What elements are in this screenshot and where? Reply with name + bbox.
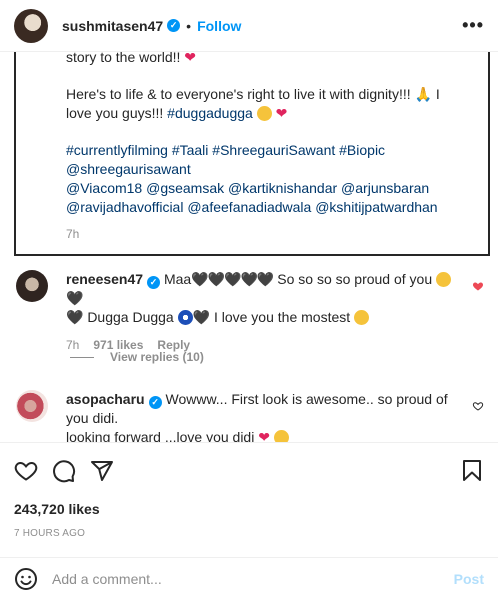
likes-count[interactable]: 243,720 likes	[14, 501, 484, 517]
view-replies-label: View replies (10)	[110, 350, 204, 364]
emoji-picker-icon[interactable]	[14, 567, 38, 591]
like-heart-icon[interactable]	[472, 400, 484, 412]
post-actions: 243,720 likes 7 HOURS AGO Post	[0, 442, 498, 599]
commenter-avatar[interactable]	[16, 390, 48, 422]
post-comment-button[interactable]: Post	[454, 571, 484, 587]
caption-line-text: I	[431, 86, 440, 102]
mentions-line[interactable]: @ravijadhavofficial @afeefanadiadwala @k…	[66, 198, 488, 217]
black-hearts-emoji: 🖤🖤🖤🖤🖤	[191, 271, 274, 287]
mentions-line[interactable]: @Viacom18 @gseamsak @kartiknishandar @ar…	[66, 179, 488, 198]
post-header: sushmitasen47 ✓ • Follow •••	[0, 0, 498, 52]
comment-body: asopacharu ✓ Wowww... First look is aweso…	[66, 390, 466, 447]
comment-body: reneesen47 ✓ Maa🖤🖤🖤🖤🖤 So so so so proud o…	[66, 270, 466, 355]
commenter-avatar[interactable]	[16, 270, 48, 302]
caption-line-text: love you guys!!!	[66, 105, 168, 121]
author-avatar[interactable]	[14, 8, 48, 43]
caption-text: story to the world!! ❤ Here's to life & …	[66, 40, 488, 244]
caption-line: Here's to life & to everyone's right to …	[66, 85, 488, 104]
kiss-face-emoji	[354, 310, 370, 325]
replies-divider-line	[70, 356, 94, 358]
verified-badge-icon: ✓	[167, 19, 181, 32]
post-time-ago: 7 HOURS AGO	[14, 528, 86, 539]
author-username[interactable]: sushmitasen47	[62, 18, 163, 34]
more-options-icon[interactable]: •••	[462, 15, 484, 36]
hashtags-line[interactable]: #currentlyfilming #Taali #ShreegauriSawa…	[66, 141, 488, 160]
view-replies-button[interactable]: View replies (10)	[70, 350, 204, 364]
share-send-icon[interactable]	[90, 459, 114, 483]
comment-text: you didi.	[66, 410, 119, 426]
separator-dot: •	[186, 17, 192, 34]
comment-text: So so so so proud of you	[273, 271, 437, 287]
comment-text: I love you the mostest	[210, 309, 355, 325]
save-bookmark-icon[interactable]	[460, 459, 484, 483]
smile-emoji	[256, 106, 272, 121]
commenter-username[interactable]: asopacharu	[66, 391, 145, 407]
like-heart-icon[interactable]	[14, 459, 38, 483]
caption-line-text: Here's to life & to everyone's right to …	[66, 86, 415, 102]
commenter-username[interactable]: reneesen47	[66, 271, 143, 287]
comment-text: Wowww... First look is awesome.. so prou…	[161, 391, 448, 407]
pray-emoji: 🙏	[414, 86, 432, 102]
caption-timestamp: 7h	[66, 227, 80, 241]
comment-item: asopacharu ✓ Wowww... First look is aweso…	[14, 390, 490, 447]
comment-text: Maa	[160, 271, 192, 287]
hashtag-link[interactable]: #duggadugga	[167, 105, 253, 121]
caption-line: love you guys!!! #duggadugga ❤	[66, 104, 488, 123]
evil-eye-emoji	[177, 310, 193, 325]
verified-badge-icon: ✓	[147, 276, 161, 289]
mention-link[interactable]: @shreegaurisawant	[66, 160, 488, 179]
liked-heart-icon[interactable]	[472, 280, 484, 292]
add-comment-bar: Post	[0, 557, 498, 599]
sad-face-emoji	[436, 272, 452, 287]
comment-input[interactable]	[52, 571, 454, 587]
caption-box: story to the world!! ❤ Here's to life & …	[14, 40, 490, 256]
action-icons-row	[14, 457, 484, 485]
red-heart-emoji: ❤	[275, 105, 288, 121]
comment-bubble-icon[interactable]	[52, 459, 76, 483]
comment-item: reneesen47 ✓ Maa🖤🖤🖤🖤🖤 So so so so proud o…	[14, 270, 490, 355]
comment-text: 🖤 Dugga Dugga	[66, 309, 178, 325]
follow-button[interactable]: Follow	[197, 18, 241, 34]
verified-badge-icon: ✓	[148, 396, 162, 409]
